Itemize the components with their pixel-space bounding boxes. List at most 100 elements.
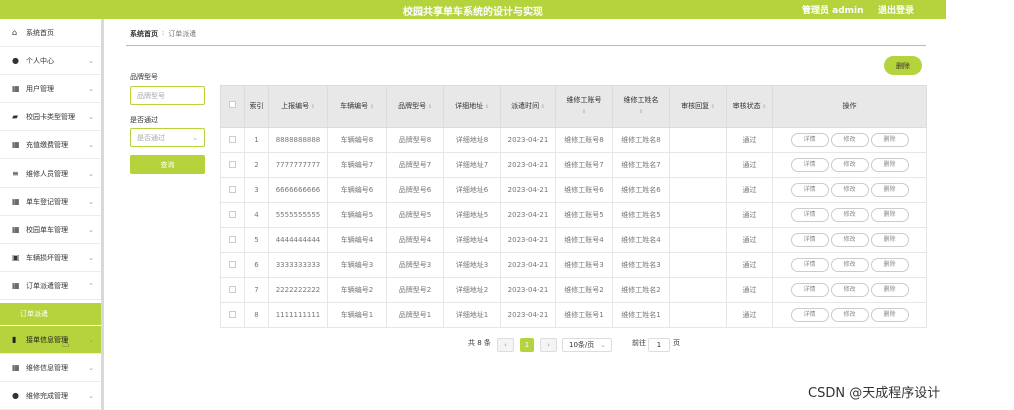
next-page-button[interactable]: ›	[540, 338, 557, 352]
cell-brand: 品牌型号5	[386, 202, 444, 228]
row-checkbox[interactable]	[229, 210, 236, 218]
delete-button[interactable]: 删除	[870, 158, 909, 172]
cell-status: 通过	[726, 202, 773, 228]
cell-reply	[669, 152, 727, 178]
sort-icon[interactable]: ⇕	[539, 104, 545, 110]
sidebar-item-11[interactable]: ▮ 接单信息管理 ⌄	[0, 326, 101, 354]
select-all-checkbox[interactable]	[229, 101, 236, 108]
detail-button[interactable]: 详情	[790, 133, 829, 147]
page-size-select[interactable]: 10条/页 ⌄	[562, 338, 612, 352]
edit-button[interactable]: 修改	[830, 308, 869, 322]
column-header-3[interactable]: 车辆编号 ⇕	[327, 85, 387, 128]
detail-button[interactable]: 详情	[790, 183, 829, 197]
column-header-label: 品牌型号	[398, 101, 427, 110]
detail-button[interactable]: 详情	[790, 208, 829, 222]
sidebar-item-5[interactable]: ▦ 充值缴费管理 ⌄	[0, 131, 101, 159]
sort-icon[interactable]: ⇕	[709, 104, 715, 110]
pass-select[interactable]: 是否通过 ⌄	[130, 128, 205, 147]
column-header-4[interactable]: 品牌型号 ⇕	[386, 85, 444, 128]
cell-bike: 车辆编号2	[327, 277, 387, 303]
detail-button[interactable]: 详情	[790, 258, 829, 272]
sidebar-item-7[interactable]: ▦ 单车登记管理 ⌄	[0, 188, 101, 216]
row-select-cell	[220, 202, 245, 228]
breadcrumb-home[interactable]: 系统首页	[130, 30, 158, 38]
edit-button[interactable]: 修改	[830, 208, 869, 222]
page-1-button[interactable]: 1	[520, 338, 534, 352]
row-checkbox[interactable]	[229, 160, 236, 168]
cell-reply	[669, 227, 727, 253]
column-header-9[interactable]: 审核回复 ⇕	[669, 85, 727, 128]
delete-button[interactable]: 删除	[870, 183, 909, 197]
brand-label: 品牌型号	[130, 73, 158, 81]
delete-button[interactable]: 删除	[870, 133, 909, 147]
column-header-5[interactable]: 详细地址 ⇕	[443, 85, 501, 128]
sidebar-scrollbar[interactable]	[101, 19, 104, 410]
sidebar-item-3[interactable]: ▦ 用户管理 ⌄	[0, 75, 101, 103]
delete-button[interactable]: 删除	[870, 308, 909, 322]
cell-report: 4444444444	[268, 227, 328, 253]
row-checkbox[interactable]	[229, 135, 236, 143]
chevron-down-icon: ⌄	[88, 170, 94, 178]
cell-reply	[669, 177, 727, 203]
column-header-label: 维修工姓名	[623, 96, 659, 104]
chevron-down-icon: ⌄	[88, 57, 94, 65]
row-actions: 详情 修改 删除	[772, 252, 927, 278]
sidebar-subitem-dispatch[interactable]: 订单派遣	[0, 303, 101, 325]
sidebar-item-10[interactable]: ▦ 订单派遣管理 ⌃	[0, 272, 101, 300]
delete-button[interactable]: 删除	[870, 258, 909, 272]
edit-button[interactable]: 修改	[830, 183, 869, 197]
row-checkbox[interactable]	[229, 285, 236, 293]
sort-icon[interactable]: ⇕	[368, 104, 374, 110]
cell-report: 2222222222	[268, 277, 328, 303]
detail-button[interactable]: 详情	[790, 158, 829, 172]
column-header-7[interactable]: 维修工账号 ⇕	[555, 85, 613, 128]
sidebar-item-6[interactable]: ≡ 维修人员管理 ⌄	[0, 160, 101, 188]
sort-icon[interactable]: ⇕	[582, 109, 586, 115]
sort-icon[interactable]: ⇕	[639, 109, 643, 115]
cell-status: 通过	[726, 152, 773, 178]
brand-input[interactable]: 品牌型号	[130, 86, 205, 105]
card-icon: ▰	[12, 112, 19, 121]
sort-icon[interactable]: ⇕	[483, 104, 489, 110]
cell-time: 2023-04-21	[500, 227, 556, 253]
edit-button[interactable]: 修改	[830, 133, 869, 147]
cell-idx: 7	[244, 277, 269, 303]
delete-button[interactable]: 删除	[870, 233, 909, 247]
sort-icon[interactable]: ⇕	[426, 104, 432, 110]
search-button[interactable]: 查询	[130, 155, 205, 174]
sidebar-item-1[interactable]: ⌂ 系统首页	[0, 19, 101, 47]
delete-button[interactable]: 删除	[870, 208, 909, 222]
grid-icon: ▦	[12, 140, 20, 149]
edit-button[interactable]: 修改	[830, 258, 869, 272]
detail-button[interactable]: 详情	[790, 233, 829, 247]
edit-button[interactable]: 修改	[830, 158, 869, 172]
batch-delete-button[interactable]: 删除	[884, 56, 922, 75]
sidebar-item-2[interactable]: ● 个人中心 ⌄	[0, 47, 101, 75]
sidebar-item-8[interactable]: ▦ 校园单车管理 ⌄	[0, 216, 101, 244]
row-checkbox[interactable]	[229, 235, 236, 243]
row-checkbox[interactable]	[229, 185, 236, 193]
detail-button[interactable]: 详情	[790, 308, 829, 322]
detail-button[interactable]: 详情	[790, 283, 829, 297]
row-checkbox[interactable]	[229, 310, 236, 318]
sidebar-item-label: 单车登记管理	[26, 197, 68, 206]
column-header-8[interactable]: 维修工姓名 ⇕	[612, 85, 670, 128]
cell-brand: 品牌型号2	[386, 277, 444, 303]
column-header-6[interactable]: 派遣时间 ⇕	[500, 85, 556, 128]
column-header-10[interactable]: 审核状态 ⇕	[726, 85, 773, 128]
delete-button[interactable]: 删除	[870, 283, 909, 297]
row-checkbox[interactable]	[229, 260, 236, 268]
sort-icon[interactable]: ⇕	[309, 104, 315, 110]
edit-button[interactable]: 修改	[830, 233, 869, 247]
column-header-2[interactable]: 上报编号 ⇕	[268, 85, 328, 128]
sort-icon[interactable]: ⇕	[761, 104, 766, 110]
goto-page-input[interactable]: 1	[648, 338, 670, 352]
prev-page-button[interactable]: ‹	[497, 338, 514, 352]
sidebar-item-12[interactable]: ▦ 维修信息管理 ⌄	[0, 354, 101, 382]
sidebar-item-13[interactable]: ● 维修完成管理 ⌄	[0, 382, 101, 410]
edit-button[interactable]: 修改	[830, 283, 869, 297]
sidebar-item-9[interactable]: ▣ 车辆损坏管理 ⌄	[0, 244, 101, 272]
logout-button[interactable]: 退出登录	[878, 3, 914, 16]
sidebar-item-4[interactable]: ▰ 校园卡类型管理 ⌄	[0, 103, 101, 131]
cell-report: 7777777777	[268, 152, 328, 178]
